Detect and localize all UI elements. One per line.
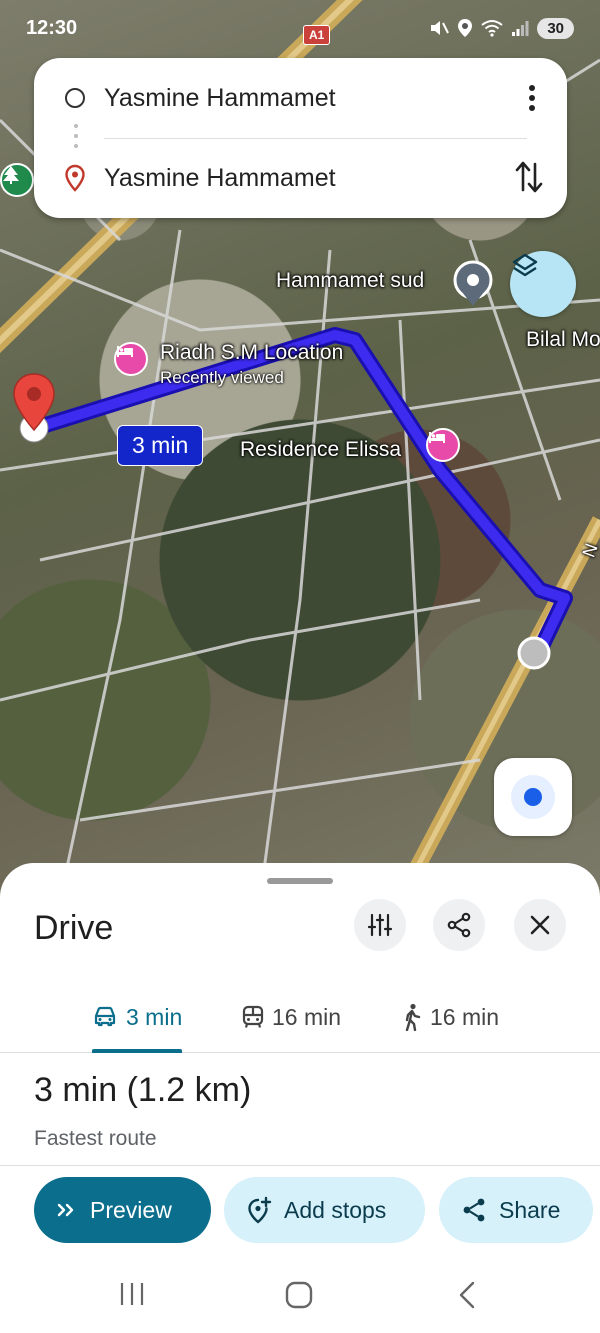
double-chevron-icon: [57, 1203, 74, 1217]
wifi-icon: [481, 20, 503, 37]
tab-drive[interactable]: 3 min: [92, 981, 182, 1053]
park-marker-icon[interactable]: [0, 163, 34, 197]
recent-apps-icon[interactable]: [118, 1280, 146, 1308]
layers-button[interactable]: [510, 251, 576, 317]
battery-indicator: 30: [537, 17, 574, 39]
my-location-icon: [511, 775, 555, 819]
tab-walk[interactable]: 16 min: [402, 981, 499, 1053]
signal-icon: [512, 21, 529, 36]
tab-transit-label: 16 min: [272, 1003, 342, 1030]
travel-mode-tabs: 3 min 16 min 16 min: [0, 981, 600, 1053]
poi-label-riadh[interactable]: Riadh S.M Location: [160, 341, 343, 365]
preview-label: Preview: [90, 1196, 172, 1223]
hotel-marker-icon[interactable]: [114, 342, 148, 376]
add-location-icon: [248, 1196, 272, 1224]
route-time-badge[interactable]: 3 min: [117, 425, 204, 466]
drag-handle[interactable]: [267, 878, 333, 884]
system-nav-bar: [0, 1260, 600, 1333]
location-icon: [458, 19, 473, 37]
poi-label-bilal[interactable]: Bilal Mo: [526, 328, 600, 352]
swap-direction-icon[interactable]: [515, 160, 543, 194]
directions-divider: [104, 138, 527, 139]
tab-drive-label: 3 min: [126, 1003, 183, 1030]
destination-pin-icon: [65, 164, 85, 192]
walk-icon: [405, 1003, 421, 1031]
origin-row[interactable]: Yasmine Hammamet: [34, 68, 567, 128]
active-tab-indicator: [92, 1049, 182, 1053]
tab-walk-label: 16 min: [430, 1003, 500, 1030]
share-label: Share: [499, 1196, 561, 1223]
back-icon[interactable]: [456, 1280, 478, 1310]
poi-label-residence-elissa[interactable]: Residence Elissa: [240, 438, 401, 462]
my-location-button[interactable]: [494, 758, 572, 836]
preview-button[interactable]: Preview: [34, 1177, 211, 1243]
close-icon: [530, 915, 550, 935]
route-dots-icon: [74, 124, 78, 148]
tab-transit[interactable]: 16 min: [242, 981, 341, 1053]
hotel-marker-icon[interactable]: [426, 428, 460, 462]
share-button[interactable]: Share: [439, 1177, 593, 1243]
tune-icon: [367, 913, 393, 937]
share-icon: [447, 912, 471, 938]
car-icon: [94, 1006, 116, 1027]
origin-field[interactable]: Yasmine Hammamet: [104, 84, 336, 113]
road-shield: A1: [303, 25, 331, 45]
route-summary: 3 min (1.2 km): [34, 1071, 252, 1109]
transit-icon: [242, 1005, 264, 1028]
origin-circle-icon: [65, 88, 85, 108]
poi-label-hammamet-sud[interactable]: Hammamet sud: [276, 269, 424, 293]
destination-pin-icon[interactable]: [12, 372, 56, 432]
more-options-icon[interactable]: [527, 84, 537, 112]
status-time: 12:30: [26, 16, 78, 39]
directions-card: Yasmine Hammamet Yasmine Hammamet: [34, 58, 567, 218]
sheet-divider: [0, 1165, 600, 1166]
add-stops-label: Add stops: [284, 1196, 387, 1223]
route-subtitle: Fastest route: [34, 1127, 157, 1150]
destination-row[interactable]: Yasmine Hammamet: [34, 148, 567, 208]
close-button[interactable]: [514, 899, 566, 951]
route-options-button[interactable]: [354, 899, 406, 951]
home-icon[interactable]: [284, 1280, 314, 1310]
layers-icon: [512, 253, 538, 277]
poi-sublabel-recently-viewed: Recently viewed: [160, 368, 284, 387]
status-bar: 12:30 30: [0, 0, 600, 56]
destination-field[interactable]: Yasmine Hammamet: [104, 164, 336, 193]
share-icon: [463, 1198, 485, 1222]
add-stops-button[interactable]: Add stops: [224, 1177, 425, 1243]
sheet-title: Drive: [34, 909, 114, 947]
status-icons: 30: [429, 17, 574, 39]
share-route-button[interactable]: [433, 899, 485, 951]
mute-icon: [431, 21, 450, 35]
